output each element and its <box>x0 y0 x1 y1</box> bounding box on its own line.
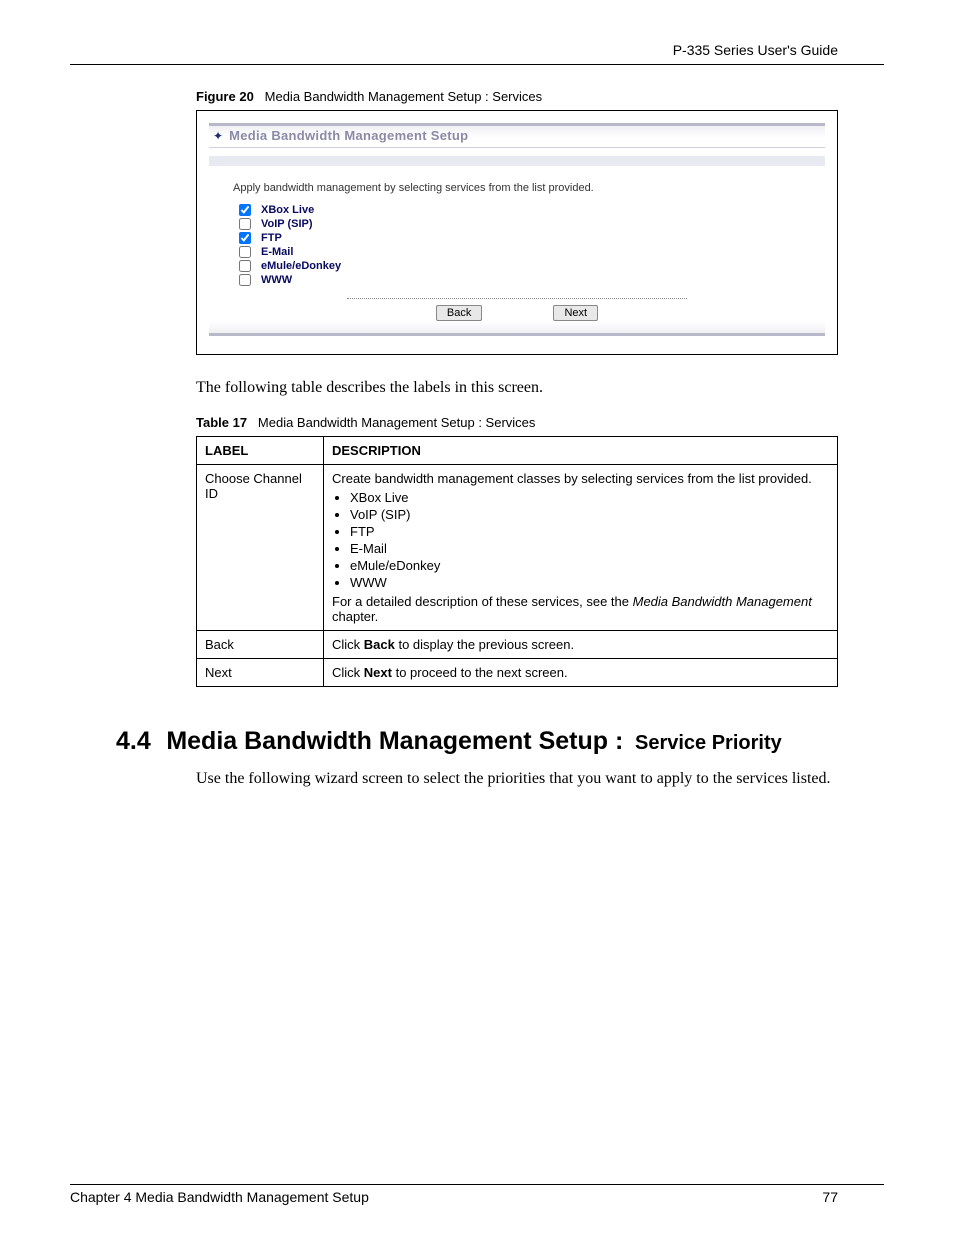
desc-text: Create bandwidth management classes by s… <box>332 471 812 486</box>
cell-label: Back <box>197 631 324 659</box>
list-item: VoIP (SIP) <box>350 507 829 522</box>
wizard-bar <box>209 156 825 166</box>
next-button[interactable]: Next <box>553 305 598 321</box>
service-row: XBox Live <box>239 204 801 216</box>
service-label: VoIP (SIP) <box>261 218 313 230</box>
list-item: WWW <box>350 575 829 590</box>
wizard-panel: ✦ Media Bandwidth Management Setup Apply… <box>209 123 825 336</box>
th-label: LABEL <box>197 437 324 465</box>
wizard-separator <box>347 298 688 299</box>
wizard-title-text: Media Bandwidth Management Setup <box>229 128 468 143</box>
service-checkbox-xboxlive[interactable] <box>239 204 251 216</box>
wizard-instruction: Apply bandwidth management by selecting … <box>233 182 801 194</box>
figure-caption: Figure 20 Media Bandwidth Management Set… <box>196 89 838 104</box>
service-checkbox-voip[interactable] <box>239 218 251 230</box>
running-head: P-335 Series User's Guide <box>70 42 884 58</box>
desc-text: to display the previous screen. <box>395 637 574 652</box>
cell-description: Create bandwidth management classes by s… <box>324 465 838 631</box>
desc-bold: Back <box>364 637 395 652</box>
list-item: XBox Live <box>350 490 829 505</box>
table-caption-text: Media Bandwidth Management Setup : Servi… <box>258 415 536 430</box>
paragraph: Use the following wizard screen to selec… <box>196 770 838 788</box>
wizard-bullet-icon: ✦ <box>213 129 223 143</box>
cell-label: Next <box>197 659 324 687</box>
th-description: DESCRIPTION <box>324 437 838 465</box>
desc-text: to proceed to the next screen. <box>392 665 568 680</box>
list-item: eMule/eDonkey <box>350 558 829 573</box>
table-row: Next Click Next to proceed to the next s… <box>197 659 838 687</box>
table-row: Choose Channel ID Create bandwidth manag… <box>197 465 838 631</box>
service-row: VoIP (SIP) <box>239 218 801 230</box>
service-checkbox-email[interactable] <box>239 246 251 258</box>
service-label: E-Mail <box>261 246 293 258</box>
figure-caption-text: Media Bandwidth Management Setup : Servi… <box>265 89 543 104</box>
service-row: E-Mail <box>239 246 801 258</box>
desc-text: Click <box>332 637 364 652</box>
service-label: eMule/eDonkey <box>261 260 341 272</box>
table-caption-label: Table 17 <box>196 415 247 430</box>
description-table: LABEL DESCRIPTION Choose Channel ID Crea… <box>196 436 838 687</box>
paragraph: The following table describes the labels… <box>196 379 838 397</box>
service-checkbox-www[interactable] <box>239 274 251 286</box>
cell-description: Click Back to display the previous scree… <box>324 631 838 659</box>
header-rule <box>70 64 884 65</box>
figure-frame: ✦ Media Bandwidth Management Setup Apply… <box>196 110 838 355</box>
footer-page-number: 77 <box>822 1189 838 1205</box>
service-checkbox-emule[interactable] <box>239 260 251 272</box>
wizard-title: ✦ Media Bandwidth Management Setup <box>209 126 825 148</box>
desc-emphasis: Media Bandwidth Management <box>633 594 812 609</box>
list-item: FTP <box>350 524 829 539</box>
cell-label: Choose Channel ID <box>197 465 324 631</box>
table-row: Back Click Back to display the previous … <box>197 631 838 659</box>
service-row: eMule/eDonkey <box>239 260 801 272</box>
cell-description: Click Next to proceed to the next screen… <box>324 659 838 687</box>
table-caption: Table 17 Media Bandwidth Management Setu… <box>196 415 838 430</box>
section-title-sub: Service Priority <box>635 732 782 754</box>
section-heading: 4.4 Media Bandwidth Management Setup : S… <box>116 727 884 756</box>
service-label: FTP <box>261 232 282 244</box>
section-title-main: Media Bandwidth Management Setup : <box>166 727 623 755</box>
figure-caption-label: Figure 20 <box>196 89 254 104</box>
list-item: E-Mail <box>350 541 829 556</box>
desc-text: chapter. <box>332 609 378 624</box>
service-checkbox-ftp[interactable] <box>239 232 251 244</box>
page-footer: Chapter 4 Media Bandwidth Management Set… <box>70 1184 884 1205</box>
desc-bold: Next <box>364 665 392 680</box>
service-label: WWW <box>261 274 292 286</box>
desc-text: Click <box>332 665 364 680</box>
service-label: XBox Live <box>261 204 314 216</box>
section-number: 4.4 <box>116 727 151 755</box>
desc-text: For a detailed description of these serv… <box>332 594 633 609</box>
footer-chapter: Chapter 4 Media Bandwidth Management Set… <box>70 1189 369 1205</box>
back-button[interactable]: Back <box>436 305 482 321</box>
service-row: FTP <box>239 232 801 244</box>
service-row: WWW <box>239 274 801 286</box>
